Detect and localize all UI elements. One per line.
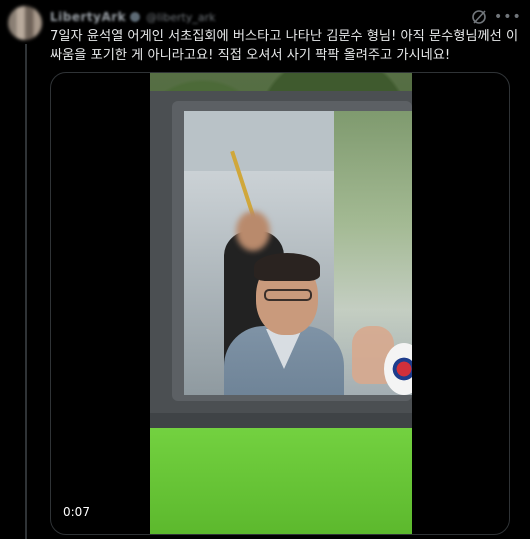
man-hair [254,253,320,281]
verified-badge-icon [130,12,141,22]
display-name[interactable]: LibertyArk [50,10,126,24]
bus-ceiling [184,111,334,171]
blurred-face [236,211,270,251]
more-icon[interactable]: ••• [494,9,522,25]
bus-lower-panel [150,428,412,534]
tweet-text: 7일자 윤석열 어게인 서초집회에 버스타고 나타난 김문수 형님! 아직 문수… [50,29,519,63]
thread-line [25,44,27,539]
grok-icon[interactable] [470,8,488,26]
tweet-header: LibertyArk @liberty_ark [50,8,216,26]
avatar[interactable] [8,6,42,40]
bus-window [184,111,412,395]
video-timestamp: 0:07 [63,505,90,519]
video-player[interactable]: 0:07 [50,72,510,535]
video-frame[interactable] [150,73,412,534]
user-handle[interactable]: @liberty_ark [146,11,215,24]
glasses [264,289,312,301]
